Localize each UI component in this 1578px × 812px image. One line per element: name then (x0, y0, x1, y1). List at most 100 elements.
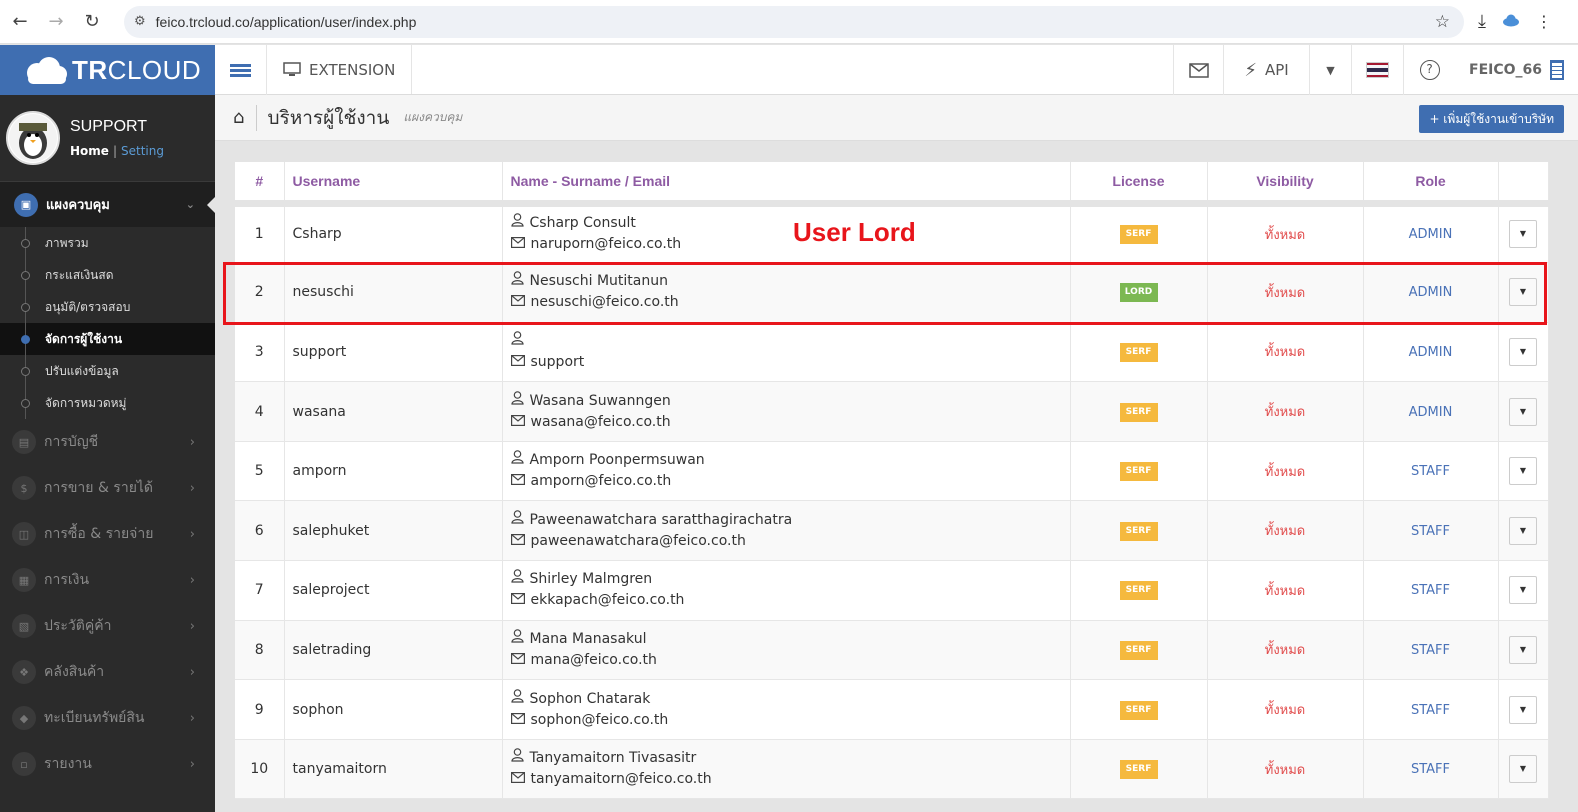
api-button[interactable]: ⚡ API (1223, 45, 1309, 95)
license-badge: SERF (1119, 760, 1158, 780)
reload-icon[interactable]: ↻ (76, 6, 108, 38)
sidebar-item-assets[interactable]: ◆ ทะเบียนทรัพย์สิน › (0, 695, 215, 741)
sidebar-item-sales[interactable]: $ การขาย & รายได้ › (0, 465, 215, 511)
home-icon[interactable]: ⌂ (233, 107, 244, 128)
submenu-item-approval[interactable]: อนุมัติ/ตรวจสอบ (0, 291, 215, 323)
row-license: SERF (1070, 679, 1208, 740)
book-icon: ▤ (12, 430, 36, 454)
sidebar-item-inventory[interactable]: ❖ คลังสินค้า › (0, 649, 215, 695)
language-flag-button[interactable] (1351, 45, 1403, 95)
submenu-label: อนุมัติ/ตรวจสอบ (45, 299, 131, 314)
browser-menu-icon[interactable]: ⋮ (1536, 12, 1552, 31)
row-email[interactable]: paweenawatchara@feico.co.th (531, 531, 746, 552)
sidebar-item-contacts[interactable]: ▧ ประวัติคู่ค้า › (0, 603, 215, 649)
extension-button[interactable]: EXTENSION (267, 45, 413, 94)
users-table: # Username Name - Surname / Email Licens… (235, 162, 1549, 800)
row-email[interactable]: tanyamaitorn@feico.co.th (531, 769, 712, 790)
row-action-dropdown-button[interactable]: ▼ (1509, 457, 1537, 486)
row-action-dropdown-button[interactable]: ▼ (1509, 576, 1537, 605)
download-icon[interactable]: ⤓ (1478, 11, 1486, 32)
row-actions: ▼ (1498, 441, 1549, 501)
row-email[interactable]: wasana@feico.co.th (531, 412, 671, 433)
users-table-container: # Username Name - Surname / Email Licens… (235, 162, 1549, 800)
row-fullname: Paweenawatchara saratthagirachatra (529, 511, 793, 528)
row-actions: ▼ (1498, 500, 1549, 561)
back-arrow-icon[interactable]: ← (4, 6, 36, 38)
row-email[interactable]: ekkapach@feico.co.th (531, 590, 685, 611)
row-action-dropdown-button[interactable]: ▼ (1509, 337, 1537, 366)
dashboard-submenu: ภาพรวม กระแสเงินสด อนุมัติ/ตรวจสอบ จัดกา… (0, 227, 215, 419)
sidebar-item-accounting[interactable]: ▤ การบัญชี › (0, 419, 215, 465)
row-license: SERF (1070, 322, 1208, 382)
role-text: ADMIN (1408, 227, 1453, 243)
bookmark-star-icon[interactable]: ☆ (1435, 12, 1450, 32)
submenu-item-overview[interactable]: ภาพรวม (0, 227, 215, 259)
mail-button[interactable] (1173, 45, 1223, 95)
home-link[interactable]: Home (70, 144, 109, 158)
row-email[interactable]: naruporn@feico.co.th (531, 234, 682, 255)
address-bar[interactable]: ⚙ feico.trcloud.co/application/user/inde… (124, 5, 1464, 38)
table-row: 5 amporn Amporn Poonpermsuwan amporn@fei… (235, 441, 1549, 501)
row-action-dropdown-button[interactable]: ▼ (1509, 397, 1537, 426)
hamburger-menu-icon[interactable] (215, 45, 267, 95)
help-button[interactable]: ? (1403, 45, 1455, 95)
sidebar-item-finance[interactable]: ▦ การเงิน › (0, 557, 215, 603)
submenu-item-customize[interactable]: ปรับแต่งข้อมูล (0, 355, 215, 387)
row-name-email: Sophon Chatarak sophon@feico.co.th (502, 679, 1071, 740)
row-number: 4 (235, 381, 285, 442)
submenu-item-user-management[interactable]: จัดการผู้ใช้งาน (0, 323, 215, 355)
sidebar-item-reports[interactable]: ▫ รายงาน › (0, 741, 215, 787)
row-action-dropdown-button[interactable]: ▼ (1509, 755, 1537, 784)
avatar[interactable] (6, 111, 60, 165)
envelope-icon (510, 769, 525, 790)
row-license: SERF (1070, 441, 1208, 501)
row-action-dropdown-button[interactable]: ▼ (1509, 220, 1537, 249)
col-header-visibility[interactable]: Visibility (1207, 162, 1364, 207)
row-action-dropdown-button[interactable]: ▼ (1509, 635, 1537, 664)
row-email[interactable]: sophon@feico.co.th (531, 710, 669, 731)
col-header-username[interactable]: Username (284, 162, 503, 207)
row-email[interactable]: amporn@feico.co.th (531, 471, 672, 492)
row-actions: ▼ (1498, 322, 1549, 382)
row-fullname: Shirley Malmgren (529, 571, 653, 588)
envelope-icon (510, 412, 525, 433)
row-role: STAFF (1363, 620, 1499, 680)
col-header-license[interactable]: License (1070, 162, 1208, 207)
submenu-item-categories[interactable]: จัดการหมวดหมู่ (0, 387, 215, 419)
visibility-text: ทั้งหมด (1264, 583, 1306, 599)
submenu-item-cashflow[interactable]: กระแสเงินสด (0, 259, 215, 291)
api-label: API (1264, 61, 1289, 79)
row-license: SERF (1070, 203, 1208, 263)
row-email[interactable]: mana@feico.co.th (531, 650, 657, 671)
dropdown-toggle[interactable]: ▼ (1309, 45, 1351, 95)
row-action-dropdown-button[interactable]: ▼ (1509, 695, 1537, 724)
sidebar-item-dashboard[interactable]: ▣ แผงควบคุม ⌄ (0, 181, 215, 227)
url-text[interactable]: feico.trcloud.co/application/user/index.… (156, 14, 1435, 30)
company-user-menu[interactable]: FEICO_66 (1455, 45, 1578, 95)
page-header: ⌂ บริหารผู้ใช้งาน แผงควบคุม + เพิ่มผู้ใช… (215, 95, 1578, 141)
col-header-name-email[interactable]: Name - Surname / Email (502, 162, 1071, 207)
forward-arrow-icon[interactable]: → (40, 6, 72, 38)
row-email[interactable]: support (531, 352, 585, 373)
sidebar-item-purchases[interactable]: ◫ การซื้อ & รายจ่าย › (0, 511, 215, 557)
submenu-label: ปรับแต่งข้อมูล (45, 363, 119, 378)
row-name-email: support (502, 322, 1071, 382)
add-user-button[interactable]: + เพิ่มผู้ใช้งานเข้าบริษัท (1419, 105, 1564, 133)
row-license: SERF (1070, 500, 1208, 561)
row-username: saleproject (284, 560, 503, 621)
setting-link[interactable]: Setting (121, 144, 164, 158)
license-badge: SERF (1119, 342, 1158, 362)
row-actions: ▼ (1498, 679, 1549, 740)
cloud-extension-icon[interactable] (1502, 13, 1520, 31)
row-fullname: Wasana Suwanngen (529, 392, 671, 409)
trcloud-logo[interactable]: TRCLOUD (0, 45, 215, 95)
site-settings-icon[interactable]: ⚙ (134, 14, 146, 29)
envelope-icon (1188, 62, 1209, 78)
row-name-email: Shirley Malmgren ekkapach@feico.co.th (502, 560, 1071, 621)
col-header-role[interactable]: Role (1363, 162, 1499, 207)
role-text: STAFF (1410, 702, 1451, 718)
row-visibility: ทั้งหมด (1207, 441, 1364, 501)
row-action-dropdown-button[interactable]: ▼ (1509, 516, 1537, 545)
cart-icon: ◫ (12, 522, 36, 546)
row-number: 7 (235, 560, 285, 621)
